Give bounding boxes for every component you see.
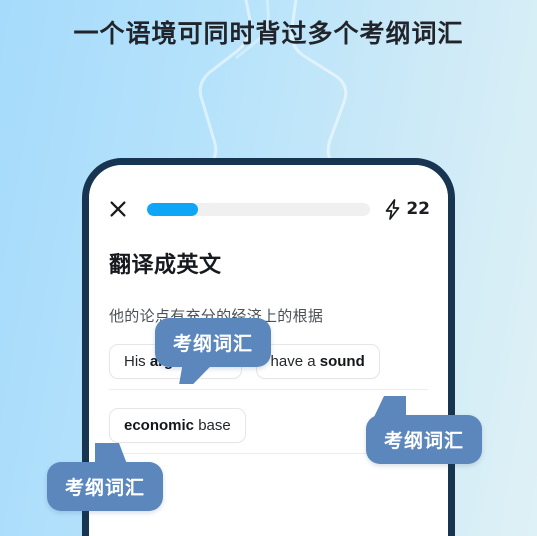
screenshot-root: 一个语境可同时背过多个考纲词汇 22 翻译成英文 他的论点有充分的经济上的根据 … <box>0 0 537 536</box>
chip-highlight-word: economic <box>124 417 195 434</box>
lesson-progress-bar <box>147 202 371 216</box>
app-top-bar: 22 <box>89 195 448 223</box>
exercise-title: 翻译成英文 <box>109 252 222 277</box>
chip-prefix: His <box>124 353 150 370</box>
streak-count: 22 <box>406 199 430 219</box>
callout-tail <box>95 443 128 464</box>
word-chip[interactable]: economic base <box>109 408 246 443</box>
lightning-bolt-icon <box>385 198 400 220</box>
callout-bubble: 考纲词汇 <box>47 443 164 511</box>
callout-label: 考纲词汇 <box>65 478 146 499</box>
chip-highlight-word: sound <box>319 353 365 370</box>
callout-tail <box>374 396 406 417</box>
chip-suffix: base <box>194 417 231 434</box>
lesson-progress-fill <box>147 202 199 216</box>
callout-bubble: 考纲词汇 <box>366 396 483 464</box>
close-icon[interactable] <box>107 198 129 220</box>
callout-tail <box>179 364 213 384</box>
callout-label: 考纲词汇 <box>173 334 254 355</box>
chip-prefix: have a <box>270 353 320 370</box>
callout-bubble: 考纲词汇 <box>155 318 272 384</box>
page-headline: 一个语境可同时背过多个考纲词汇 <box>73 20 464 48</box>
row-divider <box>109 389 428 390</box>
streak-indicator[interactable]: 22 <box>384 198 430 220</box>
callout-label: 考纲词汇 <box>384 431 465 452</box>
word-chip[interactable]: have a sound <box>255 344 380 379</box>
